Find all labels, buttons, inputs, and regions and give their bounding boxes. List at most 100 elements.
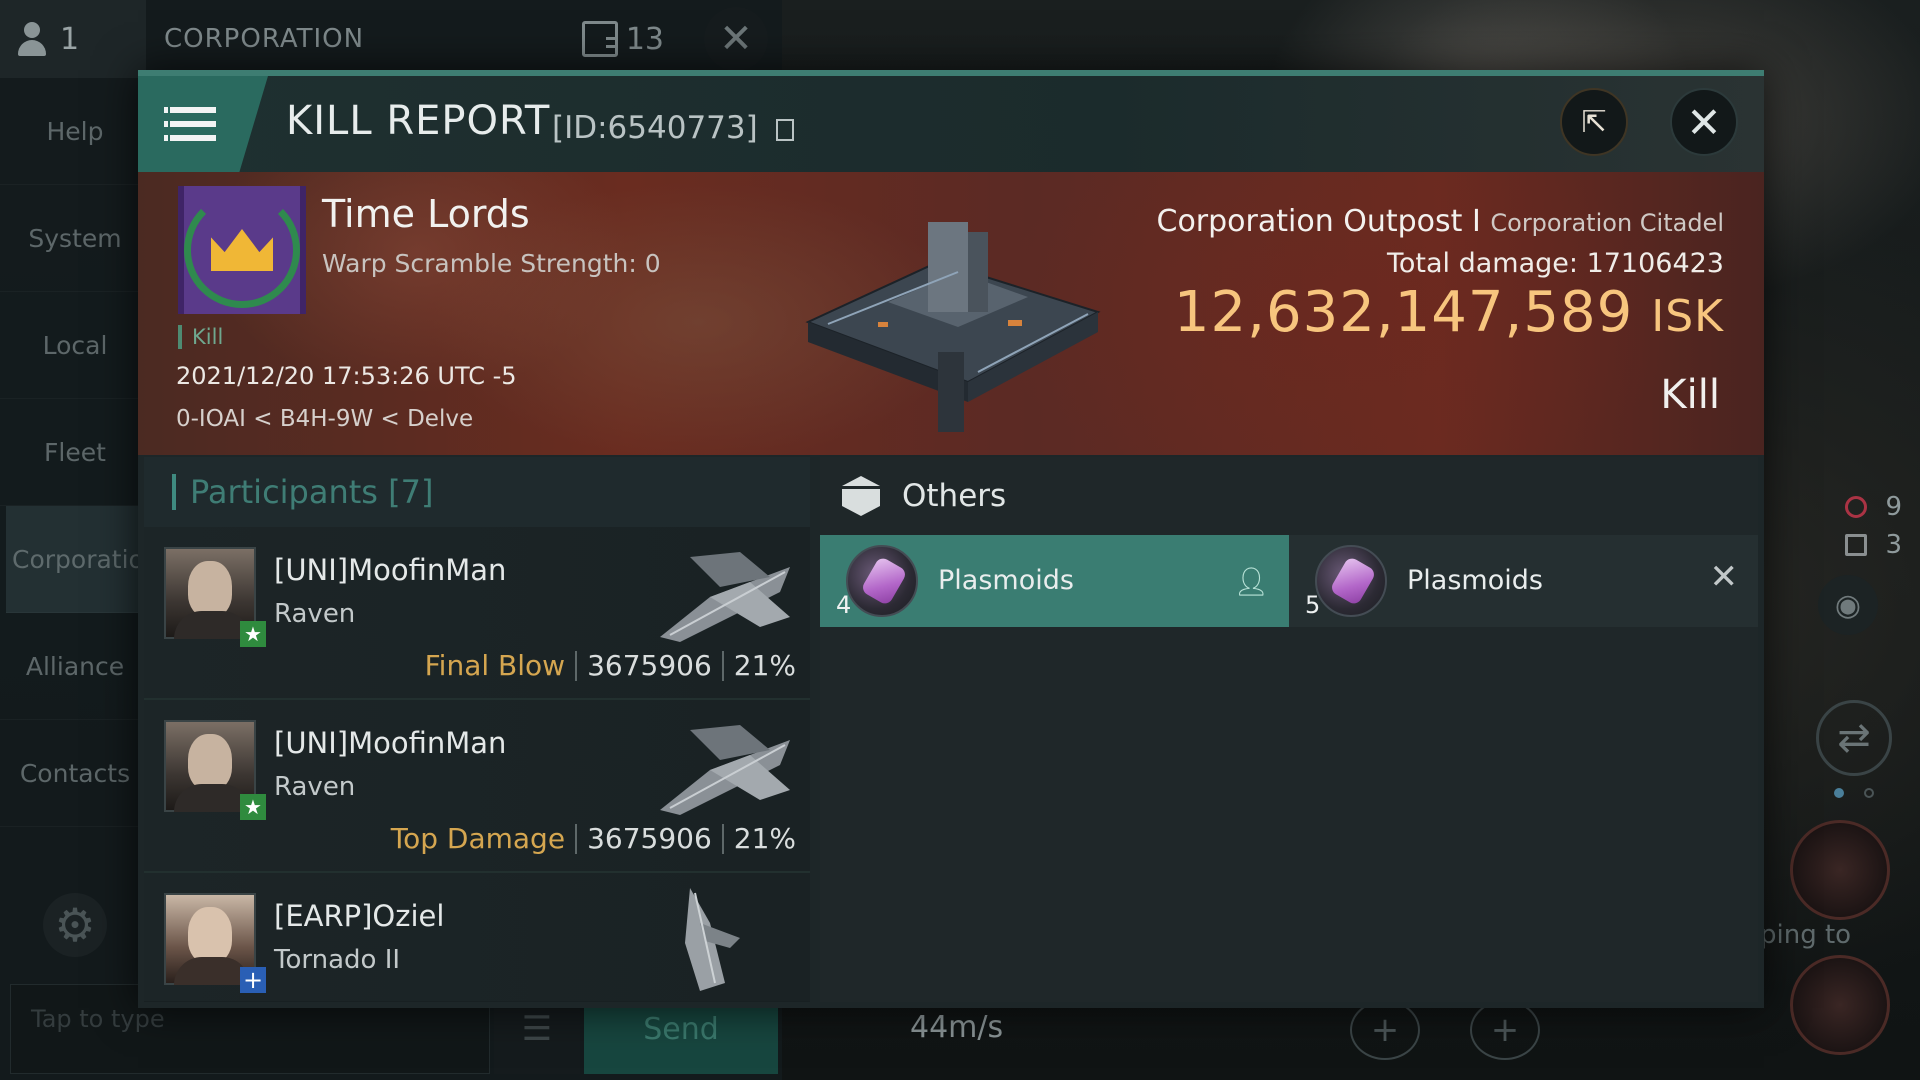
page-dot [1864, 788, 1874, 798]
close-icon: ✕ [719, 16, 753, 62]
nav-fleet[interactable]: Fleet [0, 399, 150, 506]
citadel-structure-image [805, 222, 1101, 432]
item-quantity: 5 [1305, 591, 1321, 619]
module-slot[interactable]: + [1350, 1000, 1420, 1060]
avatar[interactable]: + [164, 893, 266, 994]
ship-image [685, 888, 740, 991]
participant-row[interactable]: ★ [UNI]MoofinMan Raven Top Damage 367590… [144, 700, 810, 873]
items-header-label: Others [902, 478, 1007, 514]
victim-corporation[interactable]: Time Lords [322, 192, 530, 236]
participants-panel: Participants [7] ★ [UNI]MoofinMan Raven … [144, 457, 810, 1002]
participant-role: Top Damage [390, 822, 566, 855]
page-dot-active [1834, 788, 1844, 798]
participant-row[interactable]: + [EARP]Oziel Tornado II [144, 873, 810, 1001]
close-button[interactable]: ✕ [1670, 88, 1738, 156]
participant-ship: Raven [274, 772, 356, 802]
warp-scramble-strength: Warp Scramble Strength: 0 [322, 249, 661, 278]
participant-name: [EARP]Oziel [274, 899, 445, 933]
participant-damage: 3675906 [587, 822, 712, 855]
isk-unit: ISK [1651, 291, 1724, 342]
swap-button[interactable]: ⇄ [1816, 700, 1892, 776]
nav-system[interactable]: System [0, 185, 150, 292]
nav-local[interactable]: Local [0, 292, 150, 399]
message-count[interactable]: 13 [581, 21, 664, 57]
eye-icon: ◉ [1834, 587, 1862, 623]
participant-role: Final Blow [424, 649, 566, 682]
speed-readout: 44m/s [910, 1010, 1004, 1045]
result-label: Kill [1660, 372, 1720, 418]
avatar[interactable]: ★ [164, 547, 266, 647]
share-icon: ⇱ [1581, 104, 1607, 140]
corporation-logo[interactable] [178, 186, 306, 314]
modal-title: KILL REPORT [286, 98, 551, 144]
plus-icon: + [1370, 1010, 1400, 1050]
view-toggle-button[interactable]: ◉ [1818, 575, 1878, 635]
nav-corporation[interactable]: Corporation [6, 506, 160, 613]
close-icon: ✕ [1686, 97, 1722, 147]
avatar[interactable]: ★ [164, 720, 266, 820]
star-icon: ★ [240, 621, 266, 647]
person-icon: 👤︎ [1233, 565, 1269, 598]
target-structure[interactable]: Corporation Outpost I Corporation Citade… [1157, 204, 1725, 239]
item-name: Plasmoids [938, 565, 1074, 596]
participant-row[interactable]: ★ [UNI]MoofinMan Raven Final Blow 367590… [144, 527, 810, 700]
swap-icon: ⇄ [1837, 715, 1871, 761]
nav-alliance[interactable]: Alliance [0, 613, 150, 720]
ship-image [660, 725, 790, 815]
jump-status-text: ping to [1760, 920, 1852, 950]
participant-damage: 3675906 [587, 649, 712, 682]
destroyed-x-icon: ✕ [1709, 557, 1739, 597]
total-damage-label: Total damage: [1386, 248, 1578, 279]
nav-contacts[interactable]: Contacts [0, 720, 150, 827]
participant-percent: 21% [733, 649, 796, 682]
menu-button[interactable] [138, 76, 268, 172]
plus-icon: + [240, 966, 266, 994]
share-button[interactable]: ⇱ [1560, 88, 1628, 156]
participant-stats: Final Blow 3675906 21% [425, 649, 796, 682]
menu-icon: ☰ [521, 1009, 553, 1049]
channel-title: CORPORATION [164, 24, 365, 54]
target-icon [1845, 496, 1868, 518]
participant-name: [UNI]MoofinMan [274, 726, 507, 760]
cargo-cube-icon [842, 476, 880, 516]
total-damage: Total damage: 17106423 [1387, 248, 1724, 279]
message-list-icon [581, 21, 618, 57]
item-dropped[interactable]: 4 Plasmoids 👤︎ [820, 535, 1289, 627]
participant-ship: Raven [274, 599, 356, 629]
settings-button[interactable]: ⚙ [43, 893, 107, 957]
participant-name: [UNI]MoofinMan [274, 553, 507, 587]
items-panel: Others 4 Plasmoids 👤︎ 5 Plasmoids ✕ [820, 457, 1758, 1002]
participant-stats: Top Damage 3675906 21% [391, 822, 796, 855]
isk-amount: 12,632,147,589 [1173, 280, 1634, 345]
weapon-slot[interactable] [1790, 955, 1890, 1055]
participant-ship: Tornado II [274, 945, 401, 975]
hud-target-counter: 9 [1845, 492, 1902, 522]
kill-location[interactable]: 0-IOAI < B4H-9W < Delve [176, 406, 473, 432]
member-count[interactable]: 1 [0, 0, 146, 78]
participants-header[interactable]: Participants [7] [144, 457, 810, 527]
plasmoid-icon [1315, 545, 1387, 617]
hud-counter-red: 9 [1885, 492, 1902, 522]
drone-icon [1845, 534, 1868, 556]
modal-header: KILL REPORT [ID:6540773] ⇱ ✕ [138, 76, 1764, 172]
plus-icon: + [1490, 1010, 1520, 1050]
ship-image [660, 552, 790, 642]
chat-close-button[interactable]: ✕ [704, 7, 768, 71]
target-type: Corporation Citadel [1490, 209, 1724, 237]
hud-drone-counter: 3 [1845, 530, 1902, 560]
weapon-slot[interactable] [1790, 820, 1890, 920]
crown-icon [211, 229, 273, 271]
plasmoid-icon [846, 545, 918, 617]
report-id-text: [ID:6540773] [552, 110, 758, 146]
message-count-value: 13 [625, 21, 664, 57]
hamburger-icon [164, 107, 216, 141]
item-destroyed[interactable]: 5 Plasmoids ✕ [1289, 535, 1758, 627]
module-slot[interactable]: + [1470, 1000, 1540, 1060]
copy-icon[interactable] [775, 118, 794, 141]
person-icon [16, 22, 46, 56]
report-id[interactable]: [ID:6540773] [552, 110, 794, 146]
wreath-icon [184, 192, 300, 308]
member-count-value: 1 [60, 21, 80, 57]
kill-timestamp: 2021/12/20 17:53:26 UTC -5 [176, 362, 517, 390]
nav-help[interactable]: Help [0, 78, 150, 185]
